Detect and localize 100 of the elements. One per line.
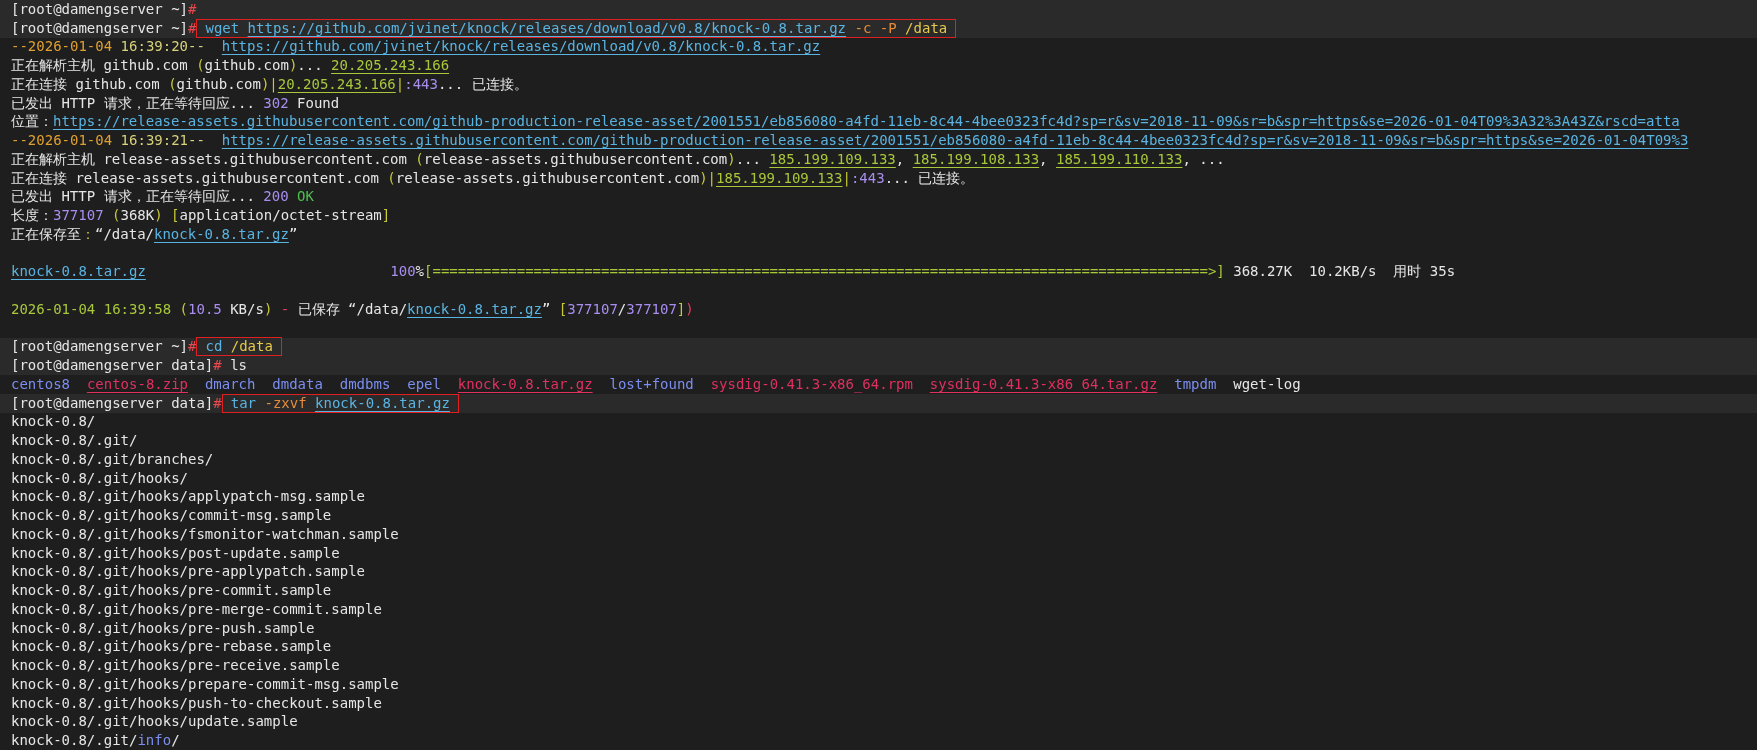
output-text: knock-0.8/.git/hooks/pre-push.sample — [11, 619, 315, 637]
time-text: 16:39:21-- — [120, 132, 205, 150]
date-text: --2026-01-04 — [11, 132, 113, 150]
prompt-symbol: # — [188, 338, 197, 356]
punctuation-text: ( — [168, 75, 177, 93]
output-text: 位置： — [11, 113, 53, 131]
command-name: wget — [205, 19, 240, 37]
output-text: application/octet-stream — [179, 207, 382, 225]
output-text: knock-0.8/.git/hooks/pre-rebase.sample — [11, 638, 332, 656]
punctuation-text: | — [395, 75, 405, 93]
output-text: knock-0.8/.git/hooks/pre-merge-commit.sample — [11, 600, 382, 618]
number-text: 200 — [263, 188, 289, 206]
archive-name: knock-0.8.tar.gz — [457, 375, 593, 393]
output-text: knock-0.8/.git/hooks/push-to-checkout.sample — [11, 694, 382, 712]
output-text: 已发出 HTTP 请求，正在等待回应... — [11, 188, 255, 206]
directory-name: tmpdm — [1174, 375, 1217, 393]
output-text: ... 已连接。 — [437, 75, 528, 93]
option-text: -zxvf — [264, 394, 307, 412]
output-text: [root@damengserver ~] — [11, 0, 188, 18]
output-text: 长度： — [11, 207, 53, 225]
punctuation-text: [ — [171, 207, 180, 225]
punctuation-text: ] — [676, 300, 686, 318]
output-text: , — [1039, 150, 1048, 168]
url-text: knock-0.8.tar.gz — [154, 225, 289, 243]
output-text: ” — [288, 225, 298, 243]
output-text: 已保存 “/data/ — [297, 300, 408, 318]
punctuation-text: ( — [179, 300, 189, 318]
number-text: 377107 — [53, 207, 104, 225]
progress-bar-text: [============================================================================================>] — [424, 263, 1225, 281]
output-text: [root@damengserver data] — [11, 394, 214, 412]
output-text: knock-0.8/.git/hooks/applypatch-msg.sample — [11, 488, 365, 506]
punctuation-text: ( — [415, 150, 424, 168]
prompt-symbol: # — [188, 19, 197, 37]
directory-name: epel — [407, 375, 441, 393]
output-text: % — [415, 263, 425, 281]
output-text: [root@damengserver data] — [11, 357, 214, 375]
output-text: knock-0.8/.git/ — [11, 732, 138, 750]
output-text: 正在解析主机 release-assets.githubusercontent.com — [11, 150, 407, 168]
prompt-symbol: # — [188, 0, 197, 18]
archive-name: sysdig-0.41.3-x86_64.tar.gz — [929, 375, 1158, 393]
output-text: knock-0.8/.git/hooks/pre-commit.sample — [11, 582, 332, 600]
url-text: knock-0.8.tar.gz — [315, 394, 450, 412]
url-text: knock-0.8.tar.gz — [11, 263, 146, 281]
option-text: -c -P — [854, 19, 897, 37]
date-text: --2026-01-04 — [11, 38, 113, 56]
file-name: sysdig-0.41.3-x86_64.rpm — [710, 375, 913, 393]
output-text: , ... — [1182, 150, 1225, 168]
output-text: knock-0.8/.git/hooks/commit-msg.sample — [11, 507, 332, 525]
directory-name: info — [137, 732, 172, 750]
directory-name: centos8 — [11, 375, 70, 393]
punctuation-text: ) — [727, 150, 736, 168]
output-text: KB/s — [230, 300, 264, 318]
punctuation-text: ( — [196, 57, 205, 75]
prompt-symbol: # — [213, 394, 222, 412]
punctuation-text: ： — [81, 225, 95, 243]
directory-name: dmdata — [272, 375, 323, 393]
output-text: ... — [735, 150, 761, 168]
output-text: Found — [297, 94, 340, 112]
punctuation-text: ) — [263, 300, 273, 318]
output-text: / — [617, 300, 627, 318]
output-text: 正在连接 release-assets.githubusercontent.com — [11, 169, 379, 187]
archive-name: centos-8.zip — [86, 375, 189, 393]
alert-text: ) — [685, 300, 694, 318]
output-text: knock-0.8/.git/ — [11, 432, 138, 450]
output-text: 正在连接 github.com — [11, 75, 160, 93]
number-text: :443 — [850, 169, 885, 187]
output-text: 368.27K 10.2KB/s 用时 35s — [1233, 263, 1456, 281]
output-text: 正在保存至 — [11, 225, 81, 243]
output-text: 已发出 HTTP 请求，正在等待回应... — [11, 94, 255, 112]
prompt-symbol: # — [213, 357, 222, 375]
number-text: 302 — [263, 94, 289, 112]
punctuation-text: | — [842, 169, 851, 187]
directory-name: dmarch — [204, 375, 256, 393]
url-text: https://release-assets.githubusercontent.com/github-production-release-asset/2001551/eb856080-a4fd-11eb-8c44-4bee0323fc4d?sp=r&sv=2018-11-09&sr=b&spr=https&se=2026-01-04T09%3 — [221, 132, 1689, 150]
output-text: ... — [297, 57, 323, 75]
alert-text: - — [280, 300, 290, 318]
output-text: knock-0.8/ — [11, 413, 96, 431]
url-text: https://release-assets.githubusercontent.com/github-production-release-asset/2001551/eb856080-a4fd-11eb-8c44-4bee0323fc4d?sp=r&sv=2018-11-09&sr=b&spr=https&se=2026-01-04T09%3A32%3A43Z&rscd=atta — [53, 113, 1680, 131]
url-text: https://github.com/jvinet/knock/releases/download/v0.8/knock-0.8.tar.gz — [247, 19, 847, 37]
output-text: 正在解析主机 github.com — [11, 57, 188, 75]
output-text: “/data/ — [95, 225, 154, 243]
punctuation-text: ] — [381, 207, 391, 225]
ip-address: 185.199.110.133 — [1056, 150, 1183, 168]
directory-name: dmdbms — [339, 375, 391, 393]
output-text: knock-0.8/.git/hooks/fsmonitor-watchman.sample — [11, 525, 399, 543]
output-text: knock-0.8/.git/branches/ — [11, 450, 214, 468]
punctuation-text: ) — [288, 57, 298, 75]
command-name: tar — [230, 394, 257, 412]
number-text: :443 — [404, 75, 438, 93]
output-text: , — [895, 150, 905, 168]
directory-name: lost+found — [609, 375, 694, 393]
ip-address: 20.205.243.166 — [277, 75, 396, 93]
output-text: ” — [541, 300, 551, 318]
number-text: 100 — [390, 263, 416, 281]
output-text: ls — [230, 357, 248, 375]
punctuation-text: ) — [154, 207, 163, 225]
url-text: https://github.com/jvinet/knock/releases/download/v0.8/knock-0.8.tar.gz — [221, 38, 821, 56]
ip-address: 185.199.108.133 — [912, 150, 1040, 168]
punctuation-text: ( — [112, 207, 121, 225]
url-text: knock-0.8.tar.gz — [407, 300, 542, 318]
